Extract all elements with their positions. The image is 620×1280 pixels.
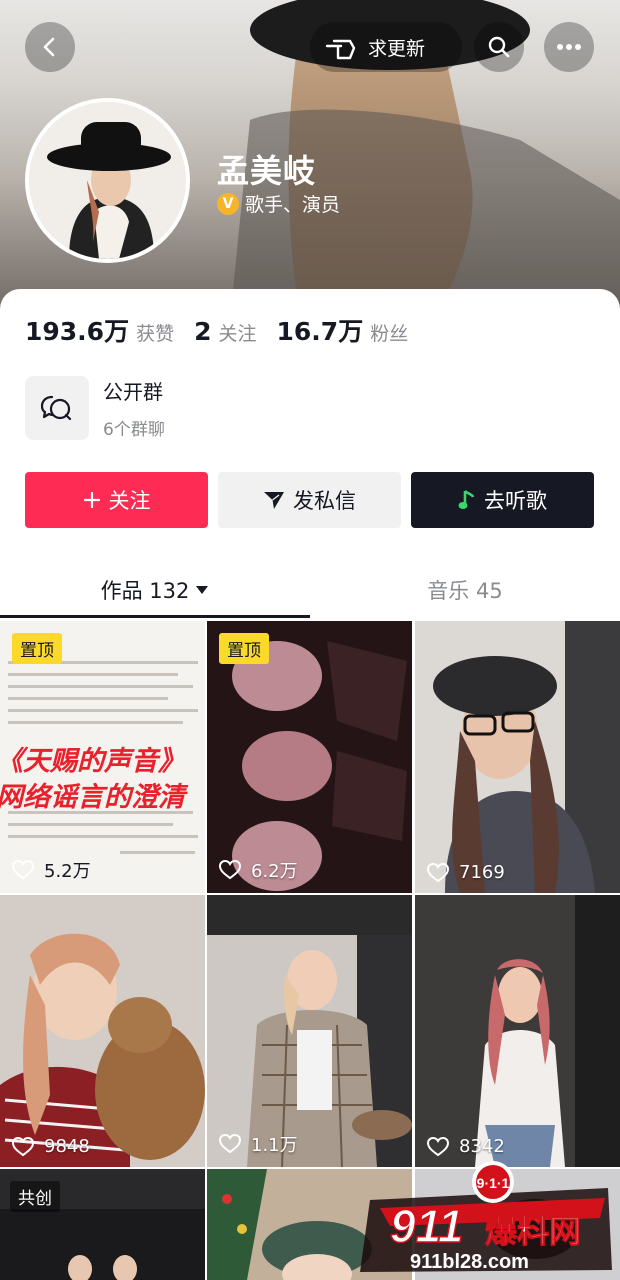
hand-point-icon	[325, 39, 356, 60]
listen-music-button[interactable]: 去听歌	[411, 472, 594, 528]
follow-label: 关注	[108, 489, 151, 513]
post-likes: 9848	[12, 1136, 90, 1157]
search-icon	[488, 36, 510, 58]
profile-name: 孟美岐	[217, 152, 317, 190]
pinned-badge: 置顶	[12, 633, 62, 664]
post-item[interactable]: 8342	[415, 895, 620, 1167]
post-item[interactable]: 7169	[415, 621, 620, 893]
action-buttons: 关注 发私信 去听歌	[25, 472, 594, 528]
post-likes-count: 1.1万	[251, 1135, 298, 1156]
stat-likes-value: 193.6万	[25, 317, 130, 346]
watermark-number: 911	[390, 1200, 463, 1252]
stat-following-label: 关注	[218, 323, 257, 345]
stat-fans-value: 16.7万	[276, 317, 364, 346]
send-message-button[interactable]: 发私信	[218, 472, 401, 528]
search-button[interactable]	[474, 22, 524, 72]
group-icon-box	[25, 376, 89, 440]
send-message-label: 发私信	[293, 489, 356, 513]
heart-icon	[219, 860, 241, 880]
verified-badge-icon: V	[217, 192, 239, 215]
co-create-badge: 共创	[10, 1181, 60, 1212]
avatar-image	[29, 102, 186, 259]
more-dots-icon	[557, 44, 581, 50]
post-likes-count: 6.2万	[251, 861, 298, 882]
music-note-icon	[458, 490, 475, 509]
tab-music[interactable]: 音乐 45	[310, 560, 620, 620]
tab-music-label: 音乐 45	[427, 579, 503, 603]
post-headline-2: 网络谣言的澄清	[0, 782, 185, 813]
listen-music-label: 去听歌	[484, 489, 547, 513]
post-item[interactable]: 《天赐的声音》 网络谣言的澄清 置顶 5.2万	[0, 621, 205, 893]
send-arrow-icon	[264, 492, 284, 509]
group-subtitle: 6个群聊	[103, 420, 165, 440]
post-item[interactable]: 共创	[0, 1169, 205, 1280]
post-likes-count: 9848	[44, 1136, 90, 1157]
follow-button[interactable]: 关注	[25, 472, 208, 528]
stat-likes-label: 获赞	[136, 323, 175, 345]
caret-down-icon	[196, 586, 209, 594]
stat-likes[interactable]: 193.6万 获赞	[25, 312, 174, 348]
profile-header: 求更新 孟美岐 V 歌手、演员	[0, 0, 620, 320]
watermark-brand: 爆料网	[485, 1212, 581, 1250]
stat-fans-label: 粉丝	[370, 323, 409, 345]
request-update-label: 求更新	[368, 37, 426, 60]
more-button[interactable]	[544, 22, 594, 72]
group-text: 公开群 6个群聊	[103, 376, 165, 440]
post-thumbnail	[415, 621, 620, 893]
verification-text: 歌手、演员	[245, 194, 341, 216]
post-likes: 6.2万	[219, 857, 298, 883]
watermark-graphic: 9·1·1 911 爆料网 911bl28.com	[360, 1161, 612, 1273]
public-group-entry[interactable]: 公开群 6个群聊	[25, 376, 165, 440]
post-likes-count: 8342	[459, 1136, 505, 1157]
post-thumbnail	[207, 895, 412, 1167]
chat-bubbles-icon	[40, 395, 72, 421]
post-likes: 8342	[427, 1136, 505, 1157]
post-likes-count: 5.2万	[44, 861, 91, 882]
stat-fans[interactable]: 16.7万 粉丝	[277, 312, 409, 348]
stats-row: 193.6万 获赞 2 关注 16.7万 粉丝	[25, 312, 408, 348]
watermark-logo: 9·1·1 911 爆料网 911bl28.com	[350, 1160, 620, 1280]
group-title: 公开群	[103, 380, 163, 404]
post-thumbnail	[415, 895, 620, 1167]
heart-icon	[12, 1136, 34, 1156]
post-headline-1: 《天赐的声音》	[0, 746, 185, 777]
heart-icon	[427, 1136, 449, 1156]
verification-row: V 歌手、演员	[217, 190, 340, 217]
post-item[interactable]: 9848	[0, 895, 205, 1167]
heart-icon	[219, 1134, 241, 1154]
stat-following[interactable]: 2 关注	[194, 317, 256, 346]
watermark-emblem-text: 9·1·1	[477, 1175, 510, 1191]
tab-works[interactable]: 作品 132	[0, 560, 310, 620]
post-likes-count: 7169	[459, 862, 505, 883]
post-thumbnail	[0, 895, 205, 1167]
tab-works-label: 作品 132	[100, 579, 190, 603]
back-chevron-icon	[43, 37, 55, 57]
content-tabs: 作品 132 音乐 45	[0, 560, 620, 620]
post-item[interactable]: 1.1万	[207, 895, 412, 1167]
pinned-badge: 置顶	[219, 633, 269, 664]
post-likes: 1.1万	[219, 1131, 298, 1157]
watermark-url: 911bl28.com	[410, 1251, 529, 1273]
request-update-button[interactable]: 求更新	[310, 22, 462, 72]
avatar[interactable]	[25, 98, 190, 263]
back-button[interactable]	[25, 22, 75, 72]
post-item[interactable]: 置顶 6.2万	[207, 621, 412, 893]
tab-indicator	[0, 615, 310, 618]
heart-icon	[427, 862, 449, 882]
stat-following-value: 2	[194, 317, 212, 346]
post-likes: 7169	[427, 862, 505, 883]
post-likes: 5.2万	[12, 857, 91, 883]
heart-icon	[12, 860, 34, 880]
plus-icon	[83, 491, 100, 509]
